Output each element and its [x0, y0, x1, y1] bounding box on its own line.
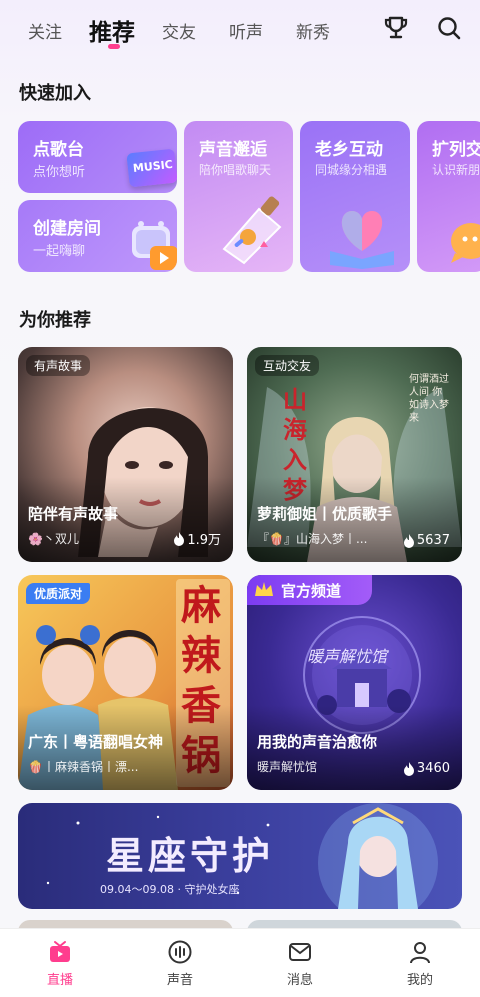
nav-messages[interactable]: 消息 [260, 939, 340, 988]
category-tag: 互动交友 [255, 355, 320, 376]
banner-title: 星座守护 [106, 834, 275, 878]
live-icon [50, 941, 70, 962]
bottom-nav: 直播 声音 消息 我的 [0, 928, 480, 997]
tab-newcomer[interactable]: 新秀 [296, 18, 330, 43]
chat-bubble-icon [451, 223, 480, 263]
quick-card-create-room[interactable]: 创建房间 一起嗨聊 [18, 200, 177, 272]
room-title: 用我的声音治愈你 [257, 733, 378, 751]
active-tab-indicator [108, 44, 120, 49]
poem-text: 何谓酒过人间 你如诗入梦来 [409, 374, 449, 424]
category-tag: 官方频道 [281, 582, 342, 600]
banner-date: 09.04～09.08 · 守护处女座 [100, 883, 240, 896]
quick-card-song-request[interactable]: 点歌台 点你想听 MUSIC [18, 121, 177, 193]
room-title: 广东丨粤语翻唱女神 [28, 733, 164, 751]
microphone-bottle-icon [222, 196, 282, 265]
popularity-count: 5637 [403, 533, 450, 548]
music-sign-icon: MUSIC [126, 148, 177, 188]
quick-card-hometown[interactable]: 老乡互动 同城缘分相遇 [300, 121, 410, 272]
tv-play-icon [132, 221, 177, 270]
category-tag: 优质派对 [26, 583, 91, 604]
tab-listen[interactable]: 听声 [229, 18, 263, 43]
message-icon [289, 943, 311, 961]
category-tag: 有声故事 [26, 355, 91, 376]
search-icon[interactable] [435, 14, 463, 42]
recommend-card-party[interactable]: 麻辣香锅 优质派对 广东丨粤语翻唱女神 🍿丨麻辣香锅丨漂... [18, 575, 233, 790]
quick-card-voice-encounter[interactable]: 声音邂逅 陪你唱歌聊天 [184, 121, 293, 272]
voice-icon [168, 940, 192, 964]
profile-icon [410, 942, 430, 964]
heart-book-icon [330, 211, 394, 269]
recommend-card-interactive[interactable]: 山海入梦 何谓酒过人间 你如诗入梦来 互动交友 萝莉御姐丨优质歌手 『🍿』山海入… [247, 347, 462, 562]
flame-icon [403, 533, 414, 548]
nav-live[interactable]: 直播 [20, 939, 100, 988]
crown-icon [255, 582, 273, 596]
tab-recommend[interactable]: 推荐 [89, 13, 135, 47]
room-title: 陪伴有声故事 [28, 505, 119, 523]
host-name: 🍿丨麻辣香锅丨漂... [28, 760, 139, 774]
room-title: 萝莉御姐丨优质歌手 [257, 505, 393, 523]
quick-card-expand-friends[interactable]: 扩列交 认识新朋 [417, 121, 480, 272]
quick-join-title: 快速加入 [19, 83, 91, 104]
nav-voice[interactable]: 声音 [140, 939, 220, 988]
host-name: 『🍿』山海入梦丨... [257, 532, 368, 546]
channel-logo-text: 暖声解忧馆 [307, 647, 388, 666]
host-name: 暖声解忧馆 [257, 760, 318, 774]
nav-profile[interactable]: 我的 [380, 939, 460, 988]
flame-icon [403, 761, 414, 776]
recommend-title: 为你推荐 [19, 310, 91, 331]
recommend-card-story[interactable]: 有声故事 陪伴有声故事 🌸丶双儿 1.9万 [18, 347, 233, 562]
flame-icon [174, 531, 185, 546]
popularity-count: 1.9万 [173, 529, 221, 548]
tab-follow[interactable]: 关注 [28, 18, 62, 43]
trophy-icon[interactable] [382, 14, 410, 42]
constellation-banner[interactable]: 星座守护 09.04～09.08 · 守护处女座 [18, 803, 462, 909]
popularity-count: 3460 [403, 761, 450, 776]
host-name: 🌸丶双儿 [28, 532, 79, 546]
top-nav: 关注 推荐 交友 听声 新秀 [0, 0, 480, 62]
recommend-card-official[interactable]: 暖声解忧馆 官方频道 用我的声音治愈你 暖声解忧馆 3460 [247, 575, 462, 790]
tab-friends[interactable]: 交友 [162, 18, 196, 43]
